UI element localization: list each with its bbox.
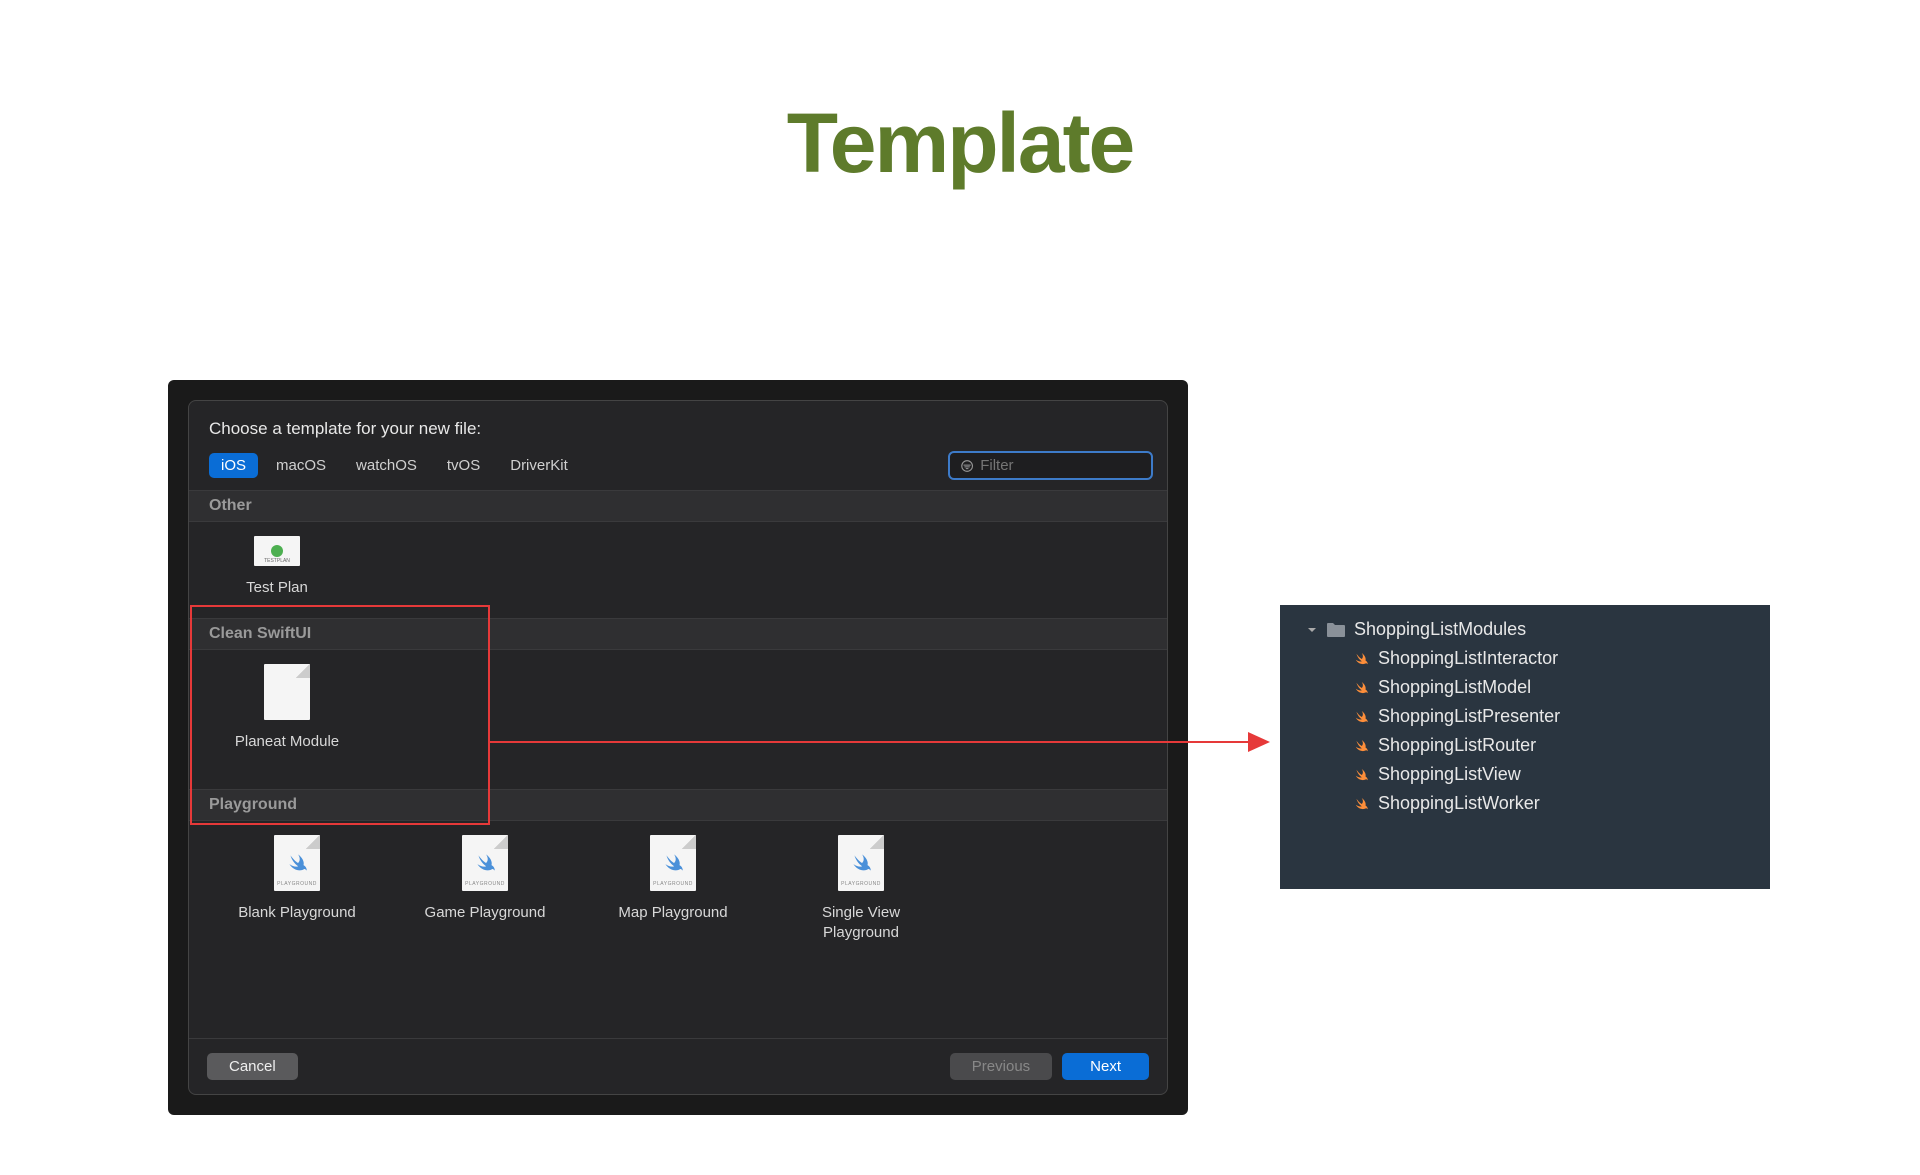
swift-file-icon	[1352, 650, 1370, 668]
template-sections: Other TESTPLAN Test Plan Clean SwiftUI P…	[189, 490, 1167, 1038]
file-icon	[264, 664, 310, 720]
chevron-down-icon	[1306, 624, 1318, 636]
template-test-plan[interactable]: TESTPLAN Test Plan	[227, 536, 327, 598]
section-body-playground: PLAYGROUND Blank Playground PLAYGROUND G…	[189, 821, 1167, 962]
annotation-arrow-head-icon	[1248, 732, 1270, 752]
file-tree-panel: ShoppingListModules ShoppingListInteract…	[1280, 605, 1770, 889]
template-label: Map Playground	[618, 903, 727, 923]
folder-icon	[1326, 622, 1346, 638]
tree-file-row[interactable]: ShoppingListInteractor	[1280, 644, 1770, 673]
testplan-icon: TESTPLAN	[254, 536, 300, 566]
template-label: Planeat Module	[235, 732, 339, 752]
tree-file-row[interactable]: ShoppingListRouter	[1280, 731, 1770, 760]
playground-icon: PLAYGROUND	[838, 835, 884, 891]
next-button[interactable]: Next	[1062, 1053, 1149, 1080]
swift-file-icon	[1352, 795, 1370, 813]
tab-driverkit[interactable]: DriverKit	[498, 453, 580, 478]
folder-name: ShoppingListModules	[1354, 619, 1526, 640]
template-label: Test Plan	[246, 578, 308, 598]
filter-icon	[960, 458, 974, 474]
template-single-view-playground[interactable]: PLAYGROUND Single View Playground	[791, 835, 931, 942]
playground-icon: PLAYGROUND	[462, 835, 508, 891]
file-name: ShoppingListWorker	[1378, 793, 1540, 814]
cancel-button[interactable]: Cancel	[207, 1053, 298, 1080]
template-blank-playground[interactable]: PLAYGROUND Blank Playground	[227, 835, 367, 942]
playground-icon: PLAYGROUND	[274, 835, 320, 891]
dialog-header-text: Choose a template for your new file:	[189, 401, 1167, 451]
file-name: ShoppingListInteractor	[1378, 648, 1558, 669]
swift-file-icon	[1352, 737, 1370, 755]
tree-file-row[interactable]: ShoppingListPresenter	[1280, 702, 1770, 731]
template-map-playground[interactable]: PLAYGROUND Map Playground	[603, 835, 743, 942]
tree-file-row[interactable]: ShoppingListView	[1280, 760, 1770, 789]
template-planeat-module[interactable]: Planeat Module	[227, 664, 347, 752]
dialog-inner: Choose a template for your new file: iOS…	[188, 400, 1168, 1095]
tab-ios[interactable]: iOS	[209, 453, 258, 478]
file-name: ShoppingListView	[1378, 764, 1521, 785]
previous-button[interactable]: Previous	[950, 1053, 1052, 1080]
template-label: Blank Playground	[238, 903, 356, 923]
template-game-playground[interactable]: PLAYGROUND Game Playground	[415, 835, 555, 942]
tree-file-row[interactable]: ShoppingListWorker	[1280, 789, 1770, 818]
tree-folder-row[interactable]: ShoppingListModules	[1280, 615, 1770, 644]
file-name: ShoppingListPresenter	[1378, 706, 1560, 727]
section-body-other: TESTPLAN Test Plan	[189, 522, 1167, 618]
tab-watchos[interactable]: watchOS	[344, 453, 429, 478]
section-body-clean-swiftui: Planeat Module	[189, 650, 1167, 790]
filter-input[interactable]	[980, 457, 1141, 474]
dialog-footer: Cancel Previous Next	[189, 1038, 1167, 1094]
file-name: ShoppingListModel	[1378, 677, 1531, 698]
swift-file-icon	[1352, 679, 1370, 697]
tab-macos[interactable]: macOS	[264, 453, 338, 478]
section-header-playground: Playground	[189, 789, 1167, 821]
file-name: ShoppingListRouter	[1378, 735, 1536, 756]
swift-file-icon	[1352, 708, 1370, 726]
tab-filter-row: iOS macOS watchOS tvOS DriverKit	[189, 451, 1167, 480]
filter-container[interactable]	[948, 451, 1153, 480]
tab-tvos[interactable]: tvOS	[435, 453, 492, 478]
section-header-clean-swiftui: Clean SwiftUI	[189, 618, 1167, 650]
template-label: Game Playground	[425, 903, 546, 923]
slide-title: Template	[0, 95, 1920, 192]
section-header-other: Other	[189, 490, 1167, 522]
swift-file-icon	[1352, 766, 1370, 784]
platform-tabs: iOS macOS watchOS tvOS DriverKit	[209, 453, 580, 478]
annotation-arrow-line	[490, 741, 1250, 743]
playground-icon: PLAYGROUND	[650, 835, 696, 891]
tree-file-row[interactable]: ShoppingListModel	[1280, 673, 1770, 702]
xcode-new-file-dialog: Choose a template for your new file: iOS…	[168, 380, 1188, 1115]
template-label: Single View Playground	[791, 903, 931, 942]
